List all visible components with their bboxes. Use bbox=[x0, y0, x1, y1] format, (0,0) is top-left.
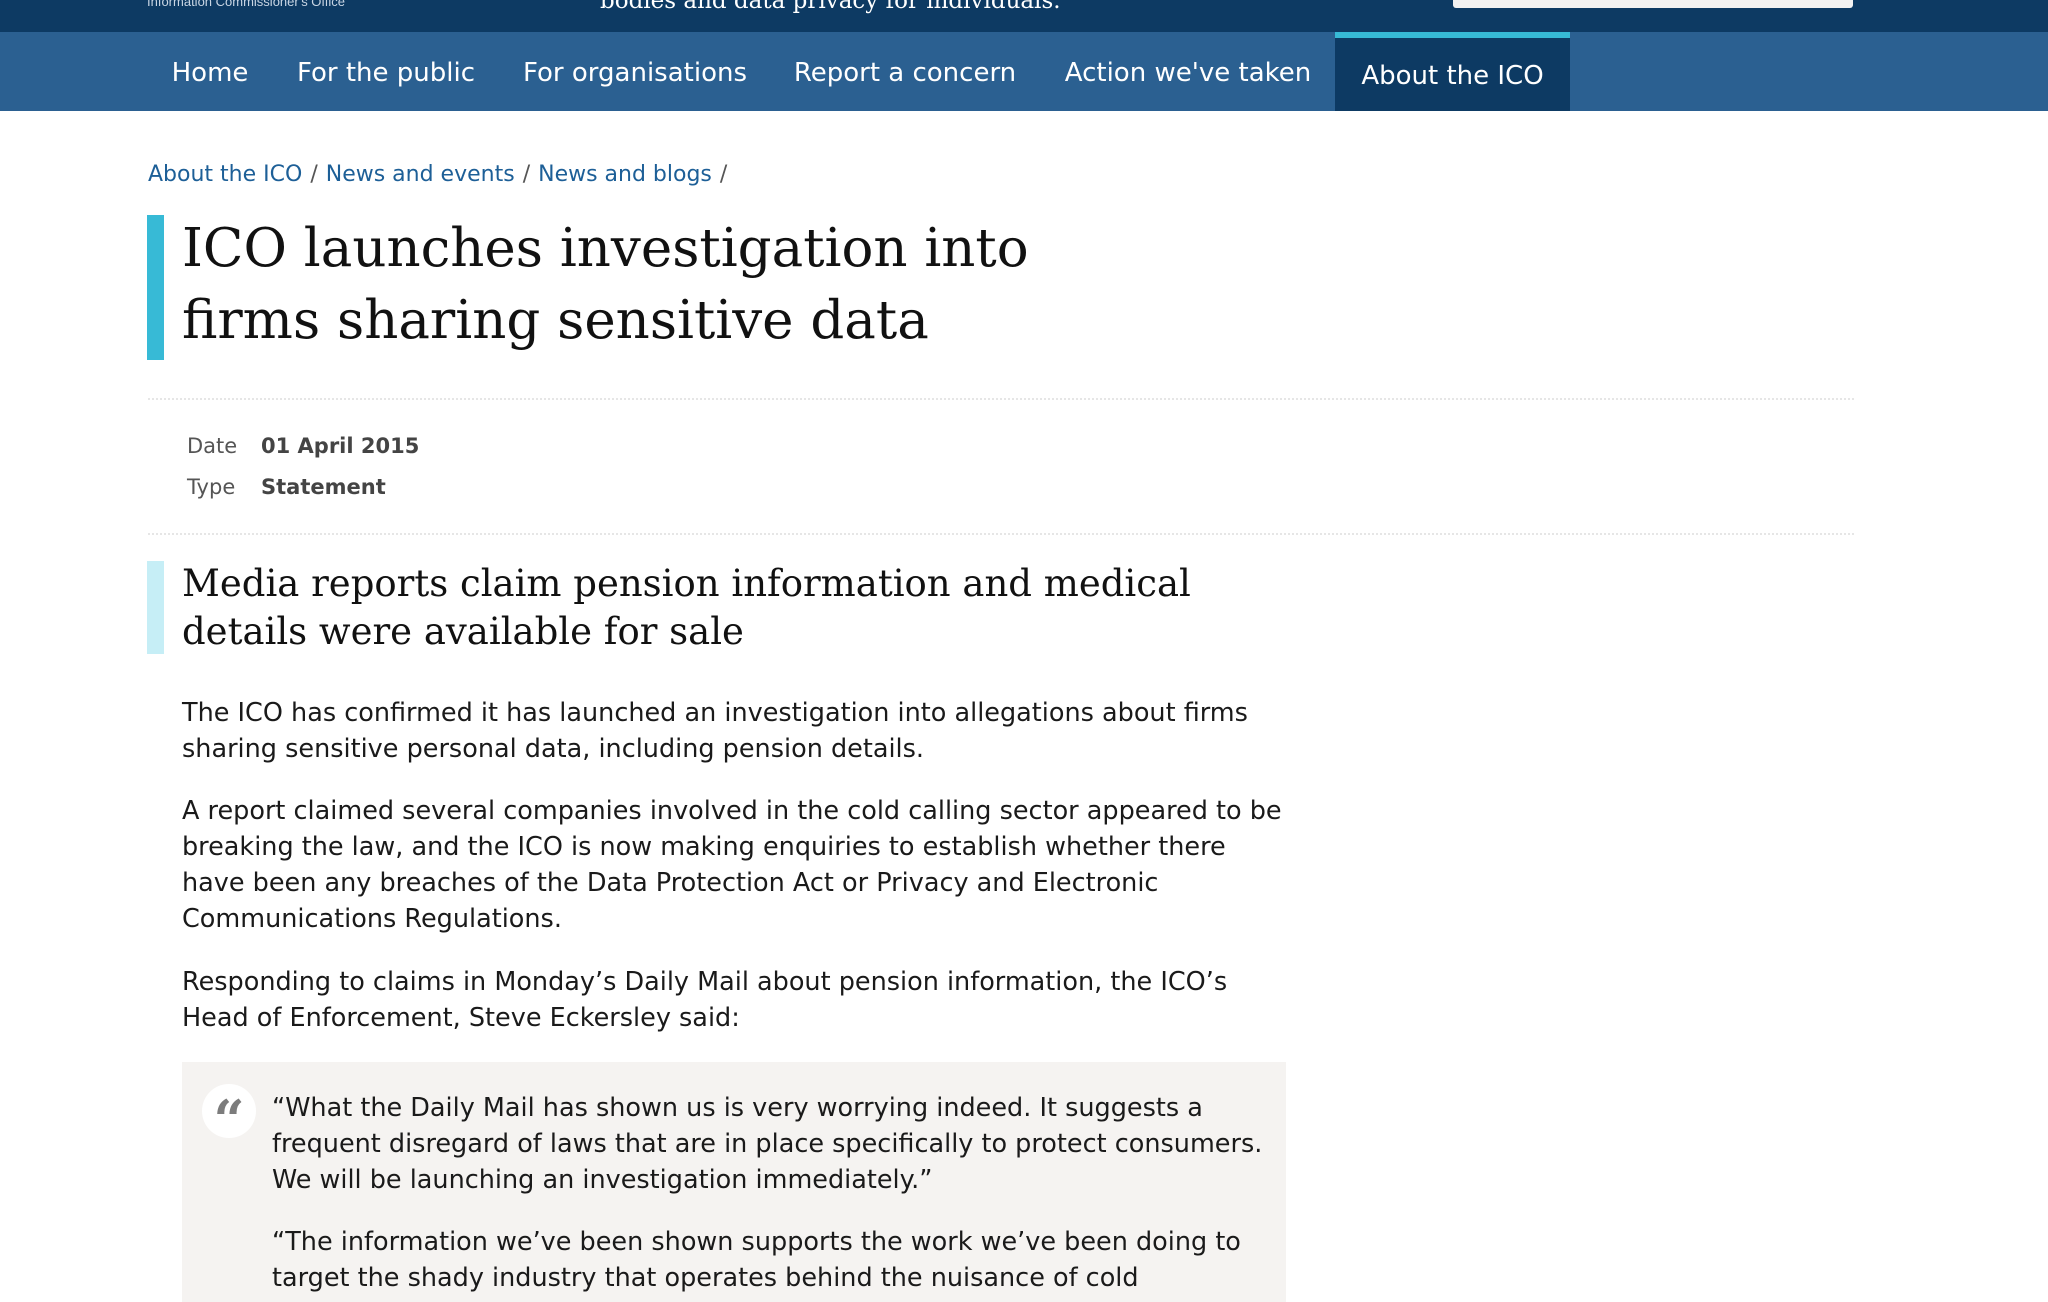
site-header: Information Commissioner's Office bodies… bbox=[0, 0, 2048, 32]
divider bbox=[148, 398, 1854, 400]
divider bbox=[148, 533, 1854, 535]
breadcrumb-link-news-events[interactable]: News and events bbox=[326, 162, 515, 187]
nav-item-about-the-ico[interactable]: About the ICO bbox=[1335, 32, 1570, 111]
date-value: 01 April 2015 bbox=[261, 434, 420, 458]
breadcrumb-link-about[interactable]: About the ICO bbox=[148, 162, 302, 187]
site-logo[interactable]: Information Commissioner's Office bbox=[147, 0, 345, 9]
article-paragraph: Responding to claims in Monday’s Daily M… bbox=[182, 967, 1228, 1033]
type-value: Statement bbox=[261, 475, 386, 499]
breadcrumb-link-news-blogs[interactable]: News and blogs bbox=[538, 162, 712, 187]
header-tagline: bodies and data privacy for individuals. bbox=[600, 0, 1061, 14]
nav-item-for-the-public[interactable]: For the public bbox=[284, 32, 488, 111]
nav-item-home[interactable]: Home bbox=[150, 32, 270, 111]
breadcrumb-separator: / bbox=[719, 162, 728, 187]
type-label: Type bbox=[187, 475, 236, 499]
quote-paragraph: “What the Daily Mail has shown us is ver… bbox=[272, 1093, 1263, 1195]
date-label: Date bbox=[187, 434, 238, 458]
search-input[interactable] bbox=[1453, 0, 1853, 8]
nav-item-report-a-concern[interactable]: Report a concern bbox=[783, 32, 1027, 111]
article-paragraph: The ICO has confirmed it has launched an… bbox=[182, 698, 1248, 764]
nav-item-action-we-have-taken[interactable]: Action we've taken bbox=[1049, 32, 1327, 111]
breadcrumb-separator: / bbox=[310, 162, 318, 187]
quote-icon: “ bbox=[202, 1084, 256, 1152]
quote-block: “ “What the Daily Mail has shown us is v… bbox=[182, 1062, 1286, 1302]
breadcrumb: About the ICO / News and events / News and b… bbox=[148, 162, 735, 187]
title-accent-bar bbox=[147, 215, 164, 360]
subtitle-accent-bar bbox=[147, 561, 164, 654]
article-subtitle: Media reports claim pension information … bbox=[182, 562, 1191, 653]
nav-item-for-organisations[interactable]: For organisations bbox=[507, 32, 763, 111]
article-paragraph: A report claimed several companies invol… bbox=[182, 796, 1282, 934]
page-title: ICO launches investigation into firms sh… bbox=[182, 218, 1029, 351]
breadcrumb-separator: / bbox=[522, 162, 531, 187]
quote-paragraph: “The information we’ve been shown suppor… bbox=[272, 1227, 1241, 1293]
main-navigation: Home For the public For organisations Re… bbox=[0, 32, 2048, 111]
